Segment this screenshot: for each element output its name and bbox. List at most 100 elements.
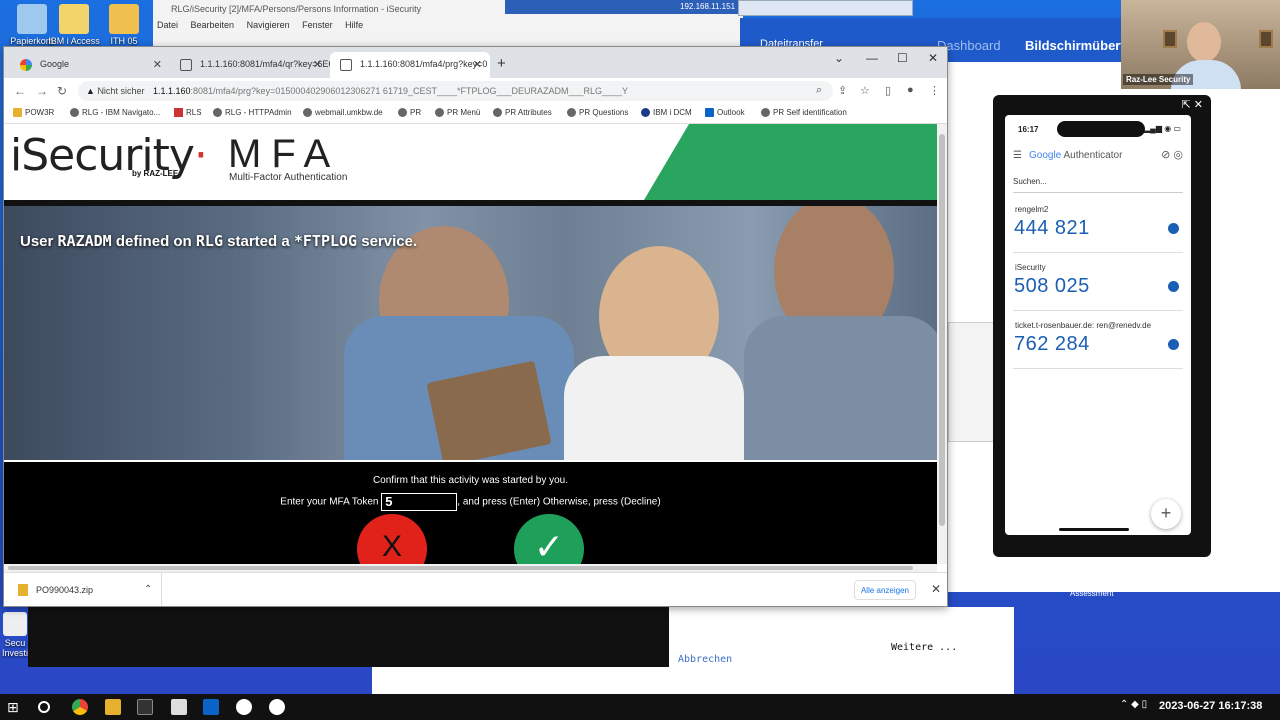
bookmark-rls[interactable]: RLS	[174, 108, 202, 117]
scroll-thumb[interactable]	[939, 134, 945, 526]
security-investigation-icon[interactable]: Secu Investi	[0, 612, 30, 658]
bookmark-httpadmin[interactable]: RLG - HTTPAdmin	[213, 108, 292, 117]
remote-session-bar[interactable]: 192.168.11.151	[505, 0, 740, 14]
start-icon[interactable]: ⊞	[7, 699, 19, 716]
abbrechen-text[interactable]: Abbrechen	[678, 654, 732, 665]
enter-button[interactable]: ✓	[514, 514, 584, 564]
tab-prg[interactable]: 1.1.1.160:8081/mfa4/prg?key=0 ✕	[330, 52, 490, 78]
globe-icon	[398, 108, 407, 117]
profile-icon[interactable]: ●	[907, 84, 914, 96]
popout-icon[interactable]: ⇱	[1182, 99, 1191, 111]
authenticator-search[interactable]: Suchen...	[1013, 171, 1183, 193]
rls-icon	[174, 108, 183, 117]
otp-code: 444 821	[1014, 217, 1090, 239]
tab-google[interactable]: Google ✕	[10, 52, 170, 78]
bookmark-label: Outlook	[717, 108, 745, 117]
isecurity-app-icon[interactable]	[171, 699, 187, 715]
horizontal-scrollbar[interactable]	[4, 564, 937, 572]
sidebar-icon[interactable]: ▯	[885, 84, 891, 97]
bookmark-pr[interactable]: PR	[398, 108, 421, 117]
app-title-rest: Authenticator	[1063, 150, 1123, 161]
add-account-button[interactable]: +	[1151, 499, 1181, 529]
token-instructions: , and press (Enter) Otherwise, press (De…	[457, 496, 661, 508]
clock: 2023-06-27 16:17:38	[1159, 700, 1263, 712]
account-entry[interactable]: rengelm2 444 821	[1013, 195, 1183, 253]
chevron-up-icon[interactable]: ⌃	[144, 584, 152, 595]
bookmark-star-icon[interactable]: ☆	[860, 84, 870, 97]
outlook-icon[interactable]	[203, 699, 219, 715]
close-tab-icon[interactable]: ✕	[153, 58, 162, 71]
tab-qr[interactable]: 1.1.1.160:8081/mfa4/qr?key=6E6 ✕	[170, 52, 330, 78]
scroll-thumb[interactable]	[8, 566, 913, 570]
share-icon[interactable]: ⇪	[838, 84, 847, 97]
account-name: iSecurity	[1015, 263, 1046, 272]
maximize-icon[interactable]: ☐	[897, 51, 908, 65]
decline-button[interactable]: X	[357, 514, 427, 564]
bookmark-ibm-dcm[interactable]: IBM i DCM	[641, 108, 692, 117]
zoom-icon[interactable]: ⌕	[816, 84, 822, 97]
forward-icon[interactable]: →	[36, 84, 48, 98]
system-tray-icons[interactable]: ⌃ ◆ ▯	[1120, 699, 1147, 710]
close-window-icon[interactable]: ✕	[928, 51, 938, 65]
phone-mirror-window[interactable]: ⇱ ✕ 16:17 ▂▄▆ ◉ ▭ ☰ Google Authenticator…	[993, 95, 1211, 557]
close-downloads-icon[interactable]: ✕	[931, 582, 941, 596]
tab-strip: Google ✕ 1.1.1.160:8081/mfa4/qr?key=6E6 …	[4, 47, 947, 78]
menu-hilfe[interactable]: Hilfe	[345, 20, 363, 30]
menu-fenster[interactable]: Fenster	[302, 20, 333, 30]
new-tab-button[interactable]: +	[497, 55, 506, 72]
menu-bearbeiten[interactable]: Bearbeiten	[191, 20, 235, 30]
bookmark-pr-questions[interactable]: PR Questions	[567, 108, 628, 117]
download-item[interactable]: PO990043.zip	[18, 584, 93, 596]
close-tab-icon[interactable]: ✕	[473, 58, 482, 71]
remote-ip: 192.168.11.151	[680, 2, 736, 11]
bookmark-pr-attributes[interactable]: PR Attributes	[493, 108, 552, 117]
mfa-token-input[interactable]: 5	[381, 493, 458, 511]
account-entry[interactable]: ticket.t-rosenbauer.de: ren@renedv.de 76…	[1013, 311, 1183, 369]
address-field[interactable]: ▲ Nicht sicher 1.1.1.160:8081/mfa4/prg?k…	[78, 81, 833, 101]
cloud-off-icon[interactable]: ⊘	[1161, 149, 1170, 161]
file-explorer-icon[interactable]	[105, 699, 121, 715]
tab-search-icon[interactable]: ⌄	[834, 51, 844, 65]
app-icon[interactable]	[269, 699, 285, 715]
bookmark-rlg-ibm[interactable]: RLG - IBM Navigato...	[70, 108, 160, 117]
back-icon[interactable]: ←	[14, 84, 26, 98]
dark-panel	[28, 606, 669, 667]
desktop-icon-label: ITH 05	[110, 36, 138, 46]
menu-datei[interactable]: Datei	[157, 20, 178, 30]
bookmark-outlook[interactable]: Outlook	[705, 108, 745, 117]
taskbar: ⊞ ⌃ ◆ ▯ 2023-06-27 16:17:38	[0, 694, 1280, 720]
msg-user: RAZADM	[57, 232, 112, 250]
confirm-panel: Confirm that this activity was started b…	[4, 462, 937, 564]
close-tab-icon[interactable]: ✕	[313, 58, 322, 71]
logo-by: by RAZ-LEE	[132, 169, 179, 178]
terminal-icon[interactable]	[137, 699, 153, 715]
bookmark-pow3r[interactable]: POW3R	[13, 108, 54, 117]
folder-icon[interactable]: ITH 05	[92, 4, 156, 46]
app-title: Google Authenticator	[1029, 150, 1122, 161]
authenticator-appbar: ☰ Google Authenticator ⊘ ◎	[1005, 141, 1191, 169]
bookmark-webmail[interactable]: webmail.umkbw.de	[303, 108, 383, 117]
account-entry[interactable]: iSecurity 508 025	[1013, 253, 1183, 311]
close-icon[interactable]: ✕	[1194, 99, 1203, 111]
minimize-icon[interactable]: —	[866, 51, 878, 65]
reload-icon[interactable]: ↻	[57, 84, 67, 98]
logo-subtitle: Multi-Factor Authentication	[229, 172, 348, 183]
app-icon[interactable]	[236, 699, 252, 715]
google-favicon-icon	[20, 59, 32, 71]
bookmark-pr-menu[interactable]: PR Menü	[435, 108, 480, 117]
search-icon[interactable]	[38, 701, 50, 713]
menu-navigieren[interactable]: Navigieren	[247, 20, 290, 30]
green-banner-shape	[644, 124, 937, 200]
globe-icon	[567, 108, 576, 117]
chrome-icon[interactable]	[72, 699, 88, 715]
bookmark-label: RLS	[186, 108, 202, 117]
bookmark-pr-self-id[interactable]: PR Self identification	[761, 108, 847, 117]
vertical-scrollbar[interactable]	[937, 124, 947, 564]
menu-kebab-icon[interactable]: ⋮	[929, 84, 940, 97]
remote-tab[interactable]	[738, 0, 913, 16]
account-icon[interactable]: ◎	[1173, 149, 1183, 161]
hamburger-menu-icon[interactable]: ☰	[1013, 150, 1022, 161]
show-all-button[interactable]: Alle anzeigen	[854, 580, 916, 600]
screen-share-link[interactable]: Bildschirmübert	[1025, 38, 1125, 53]
chrome-window[interactable]: Google ✕ 1.1.1.160:8081/mfa4/qr?key=6E6 …	[3, 46, 948, 607]
